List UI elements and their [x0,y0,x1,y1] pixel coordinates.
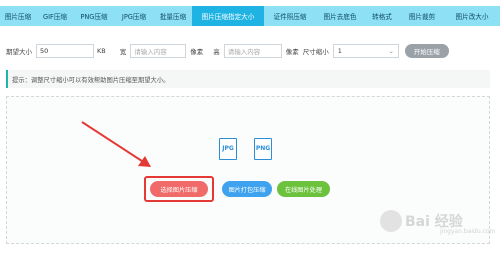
watermark-url: jingyan.baidu.com [440,228,496,235]
paw-icon [380,210,402,232]
